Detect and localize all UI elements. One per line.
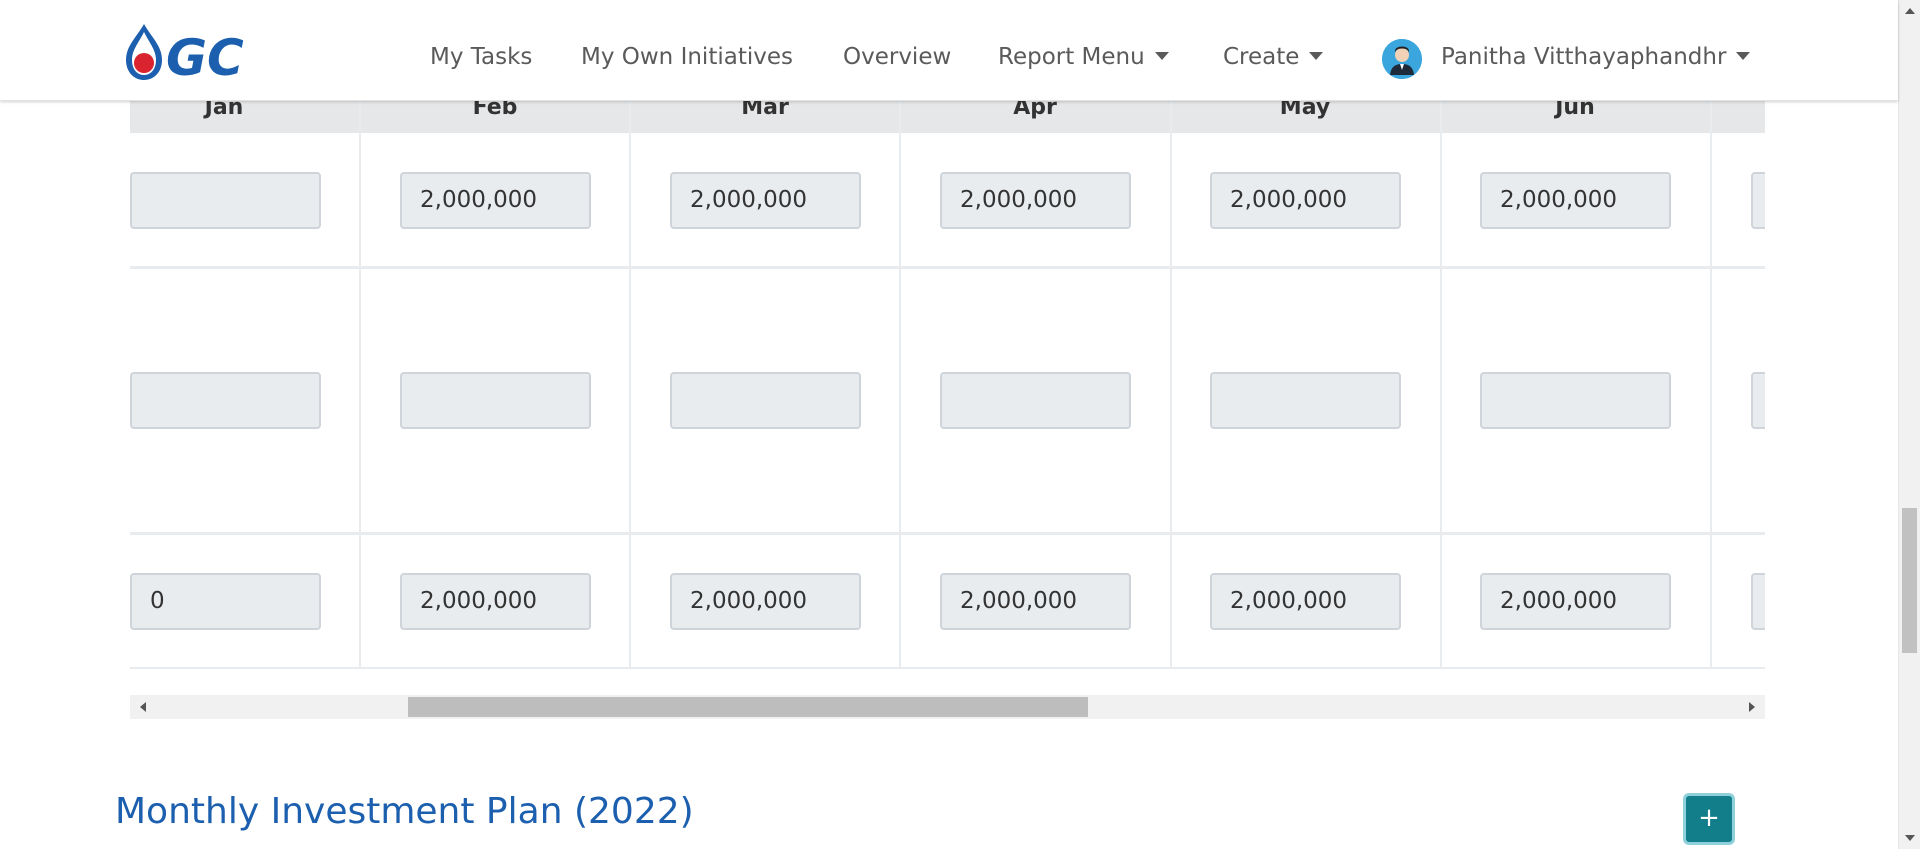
month-input[interactable]: 2,000,000	[670, 573, 861, 630]
row-divider	[130, 667, 1765, 669]
month-input[interactable]: 2,000,000	[670, 172, 861, 229]
scroll-up-arrow-icon[interactable]	[1905, 8, 1915, 14]
gc-logo-icon[interactable]: GC	[122, 22, 292, 82]
row-divider	[130, 266, 1765, 269]
column-header: May	[1279, 101, 1331, 120]
nav-create-label: Create	[1223, 44, 1300, 70]
nav-report-menu-label: Report Menu	[998, 44, 1145, 70]
user-name: Panitha Vitthayaphandhr	[1441, 44, 1727, 70]
month-input[interactable]	[130, 172, 321, 229]
month-input[interactable]: 2,000,000	[1480, 573, 1671, 630]
column-divider	[899, 101, 901, 669]
chevron-down-icon	[1736, 52, 1751, 60]
month-input[interactable]	[940, 372, 1131, 429]
column-header: Apr	[1013, 101, 1057, 120]
section-title: Monthly Investment Plan (2022)	[115, 791, 694, 832]
column-header: Jun	[1555, 101, 1595, 120]
scrollbar-thumb[interactable]	[408, 697, 1088, 717]
column-divider	[1170, 101, 1172, 669]
month-input[interactable]	[1751, 372, 1765, 429]
nav-overview[interactable]: Overview	[843, 40, 951, 74]
scroll-down-arrow-icon[interactable]	[1905, 835, 1915, 841]
column-divider	[629, 101, 631, 669]
top-navbar: GC My Tasks My Own Initiatives Overview …	[0, 0, 1898, 101]
table-horizontal-scrollbar[interactable]	[130, 695, 1765, 719]
month-input[interactable]: 2,000,000	[1480, 172, 1671, 229]
column-divider	[359, 101, 361, 669]
month-input[interactable]: 2,000,000	[400, 172, 591, 229]
logo-text: GC	[166, 29, 244, 82]
chevron-down-icon	[1154, 52, 1169, 60]
month-input[interactable]: 2,000,000	[1210, 573, 1401, 630]
month-input[interactable]: 2,000,000	[400, 573, 591, 630]
user-avatar-icon[interactable]	[1382, 39, 1422, 79]
column-divider	[1710, 101, 1712, 669]
column-header: Feb	[472, 101, 518, 120]
month-input[interactable]	[1210, 372, 1401, 429]
user-menu[interactable]: Panitha Vitthayaphandhr	[1441, 40, 1751, 74]
column-divider	[1440, 101, 1442, 669]
add-button[interactable]: +	[1683, 793, 1735, 845]
month-input[interactable]	[1751, 172, 1765, 229]
row-divider	[130, 532, 1765, 535]
scroll-right-arrow-icon[interactable]	[1749, 702, 1755, 712]
month-input[interactable]	[1480, 372, 1671, 429]
chevron-down-icon	[1309, 52, 1324, 60]
month-input[interactable]	[1751, 573, 1765, 630]
month-input[interactable]: 2,000,000	[940, 172, 1131, 229]
nav-report-menu[interactable]: Report Menu	[998, 40, 1169, 74]
page-vertical-scrollbar[interactable]	[1898, 0, 1920, 849]
nav-my-tasks[interactable]: My Tasks	[430, 40, 532, 74]
month-input[interactable]: 2,000,000	[1210, 172, 1401, 229]
month-input[interactable]	[670, 372, 861, 429]
nav-my-own-initiatives[interactable]: My Own Initiatives	[581, 40, 793, 74]
nav-create[interactable]: Create	[1223, 40, 1324, 74]
month-input[interactable]: 2,000,000	[940, 573, 1131, 630]
column-header: Jan	[204, 101, 244, 120]
month-input[interactable]	[130, 372, 321, 429]
table-header: Jan Feb Mar Apr May Jun	[130, 101, 1765, 133]
person-icon	[1382, 39, 1422, 79]
monthly-table: Jan Feb Mar Apr May Jun 2,000,000 2,000,…	[130, 101, 1765, 669]
scrollbar-thumb[interactable]	[1902, 508, 1917, 653]
month-input[interactable]	[400, 372, 591, 429]
scroll-left-arrow-icon[interactable]	[140, 702, 146, 712]
column-header: Mar	[741, 101, 789, 120]
month-input[interactable]: 0	[130, 573, 321, 630]
